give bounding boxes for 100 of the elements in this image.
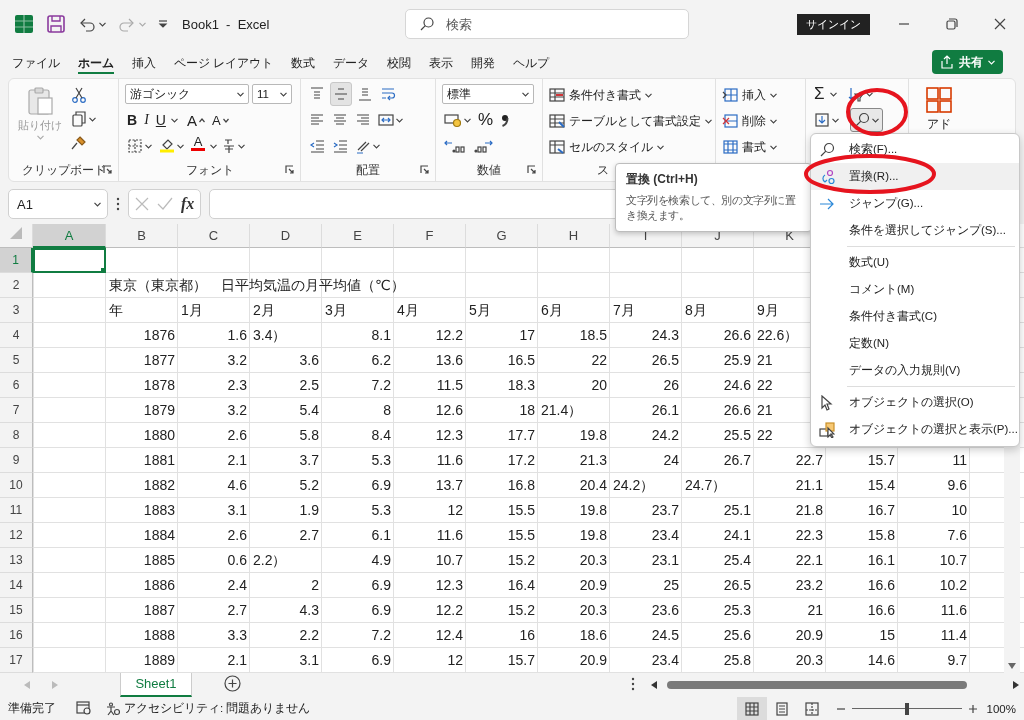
caret-icon[interactable] — [464, 117, 471, 123]
macro-icon[interactable] — [76, 700, 92, 715]
currency-icon[interactable] — [444, 112, 462, 128]
menu-item[interactable]: オブジェクトの選択と表示(P)... — [811, 416, 1019, 443]
row-header[interactable]: 3 — [0, 298, 33, 323]
menu-tab[interactable]: ページ レイアウト — [165, 48, 283, 76]
selected-cell[interactable] — [33, 248, 106, 273]
menu-item[interactable]: 置換(R)... — [811, 163, 1019, 190]
scroll-left-icon[interactable] — [651, 681, 657, 689]
ribbon-command[interactable]: セルのスタイル — [549, 135, 712, 159]
name-box[interactable]: A1 — [8, 189, 108, 219]
format-painter-icon[interactable] — [71, 135, 87, 151]
row-header[interactable]: 7 — [0, 398, 33, 423]
ribbon-command[interactable]: 書式 — [722, 135, 777, 159]
caret-icon[interactable] — [373, 143, 380, 149]
caret-icon[interactable] — [770, 118, 777, 124]
row-header[interactable]: 11 — [0, 498, 33, 523]
row-header[interactable]: 9 — [0, 448, 33, 473]
fill-color-icon[interactable] — [159, 138, 175, 154]
caret-icon[interactable] — [770, 144, 777, 150]
ribbon-command[interactable]: テーブルとして書式設定 — [549, 109, 712, 133]
row-header[interactable]: 8 — [0, 423, 33, 448]
normal-view-icon[interactable] — [744, 701, 759, 716]
menu-tab[interactable]: 表示 — [420, 48, 463, 76]
menu-item[interactable]: 定数(N) — [811, 330, 1019, 357]
page-layout-icon[interactable] — [774, 701, 789, 716]
maximize-icon[interactable] — [946, 18, 958, 30]
caret-icon[interactable] — [396, 117, 403, 123]
sheet-tab[interactable]: Sheet1 — [120, 673, 192, 697]
column-header[interactable]: H — [538, 224, 610, 248]
search-field[interactable]: 検索 — [405, 9, 690, 39]
menu-tab[interactable]: ヘルプ — [504, 48, 559, 76]
font-name-select[interactable]: 游ゴシック — [125, 84, 249, 104]
sign-in-button[interactable]: サインイン — [797, 13, 870, 35]
dialog-launcher-icon[interactable] — [527, 165, 536, 174]
scroll-right-icon[interactable] — [1013, 681, 1019, 689]
menu-tab[interactable]: 挿入 — [123, 48, 165, 76]
close-icon[interactable] — [994, 18, 1006, 30]
decrease-decimal-icon[interactable] — [473, 138, 495, 154]
menu-tab[interactable]: 開発 — [462, 48, 505, 76]
number-format-select[interactable]: 標準 — [442, 84, 534, 104]
menu-item[interactable]: 数式(U) — [811, 249, 1019, 276]
caret-icon[interactable] — [237, 91, 244, 97]
caret-icon[interactable] — [280, 91, 287, 97]
menu-tab[interactable]: 校閲 — [378, 48, 421, 76]
caret-icon[interactable] — [770, 92, 777, 98]
row-header[interactable]: 13 — [0, 548, 33, 573]
find-select-button[interactable] — [850, 108, 883, 132]
grow-font-button[interactable]: A — [184, 109, 207, 131]
row-header[interactable]: 6 — [0, 373, 33, 398]
menu-item[interactable]: コメント(M) — [811, 276, 1019, 303]
shrink-font-button[interactable]: A — [209, 109, 231, 131]
wrap-text-icon[interactable] — [380, 86, 396, 102]
menu-tab[interactable]: ファイル — [3, 48, 69, 76]
caret-icon[interactable] — [872, 117, 879, 123]
customize-icon[interactable] — [158, 18, 168, 30]
add-in-button[interactable]: アド — [915, 82, 963, 132]
ribbon-command[interactable]: 削除 — [722, 109, 777, 133]
row-header[interactable]: 5 — [0, 348, 33, 373]
accessibility-status[interactable]: アクセシビリティ: 問題ありません — [124, 701, 311, 716]
ribbon-command[interactable]: 挿入 — [722, 83, 777, 107]
column-header[interactable]: F — [394, 224, 466, 248]
increase-decimal-icon[interactable] — [444, 138, 466, 154]
autosum-button[interactable]: Σ — [812, 83, 827, 105]
font-color-button[interactable]: A — [189, 135, 207, 157]
share-button[interactable]: 共有 — [932, 50, 1003, 74]
dialog-launcher-icon[interactable] — [103, 165, 112, 174]
caret-icon[interactable] — [170, 117, 178, 123]
dialog-launcher-icon[interactable] — [420, 165, 429, 174]
row-header[interactable]: 16 — [0, 623, 33, 648]
caret-icon[interactable] — [177, 143, 184, 149]
menu-item[interactable]: 条件付き書式(C) — [811, 303, 1019, 330]
column-header[interactable]: G — [466, 224, 538, 248]
zoom-in-icon[interactable] — [968, 704, 977, 713]
caret-icon[interactable] — [865, 91, 873, 97]
scroll-down-icon[interactable] — [1008, 663, 1016, 669]
row-header[interactable]: 2 — [0, 273, 33, 298]
sort-filter-icon[interactable] — [847, 86, 864, 102]
increase-indent-icon[interactable] — [332, 138, 348, 154]
row-header[interactable]: 12 — [0, 523, 33, 548]
column-header[interactable]: B — [106, 224, 178, 248]
align-left-icon[interactable] — [309, 112, 325, 128]
column-header[interactable]: D — [250, 224, 322, 248]
row-header[interactable]: 15 — [0, 598, 33, 623]
align-right-icon[interactable] — [355, 112, 371, 128]
more-icon[interactable] — [116, 197, 120, 211]
accessibility-icon[interactable] — [106, 701, 120, 716]
add-sheet-icon[interactable] — [224, 675, 241, 692]
dialog-launcher-icon[interactable] — [285, 165, 294, 174]
menu-item[interactable]: オブジェクトの選択(O) — [811, 389, 1019, 416]
borders-icon[interactable] — [127, 138, 143, 154]
save-icon[interactable] — [46, 14, 66, 34]
font-size-select[interactable]: 11 — [252, 84, 292, 104]
merge-cells-icon[interactable] — [378, 112, 394, 128]
ribbon-command[interactable]: 条件付き書式 — [549, 83, 712, 107]
zoom-level[interactable]: 100% — [986, 702, 1016, 715]
caret-icon[interactable] — [522, 91, 529, 97]
row-header[interactable]: 17 — [0, 648, 33, 673]
row-header[interactable]: 14 — [0, 573, 33, 598]
underline-button[interactable]: U — [153, 109, 168, 131]
